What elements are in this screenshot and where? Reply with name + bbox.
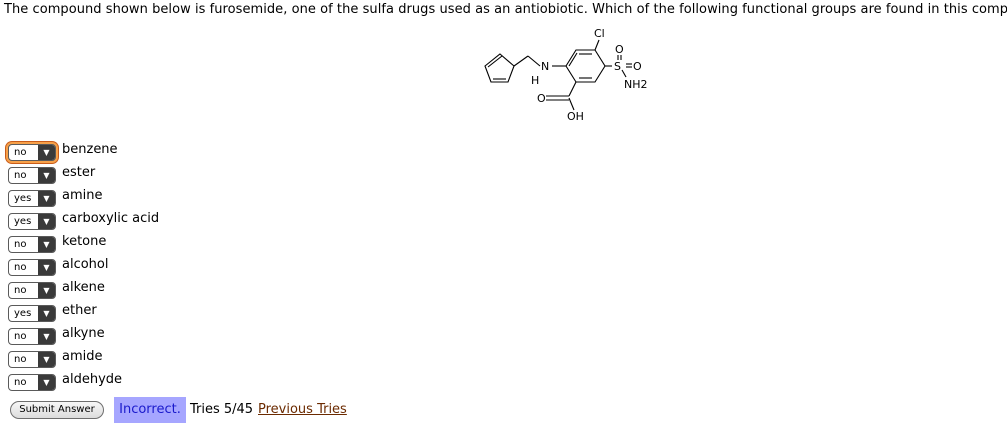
atom-nh2: NH2 — [624, 78, 648, 91]
answer-select[interactable]: no ▼ — [8, 144, 56, 161]
chevron-down-icon: ▼ — [38, 191, 55, 206]
select-value: no — [14, 377, 27, 388]
atom-oh: OH — [567, 110, 584, 123]
answer-select[interactable]: no ▼ — [8, 328, 56, 345]
atom-o-right: O — [633, 60, 642, 73]
answer-select[interactable]: yes ▼ — [8, 213, 56, 230]
chevron-down-icon: ▼ — [38, 352, 55, 367]
select-value: yes — [14, 308, 32, 319]
select-value: no — [14, 239, 27, 250]
select-value: no — [14, 262, 27, 273]
atom-h: H — [531, 74, 539, 87]
previous-tries-link[interactable]: Previous Tries — [258, 402, 347, 417]
option-label: alkyne — [62, 326, 105, 341]
select-value: yes — [14, 193, 32, 204]
answer-select[interactable]: no ▼ — [8, 374, 56, 391]
select-value: no — [14, 285, 27, 296]
option-label: carboxylic acid — [62, 211, 160, 226]
chevron-down-icon: ▼ — [38, 375, 55, 390]
answer-select[interactable]: no ▼ — [8, 282, 56, 299]
option-label: ester — [62, 165, 96, 180]
option-label: aldehyde — [62, 372, 123, 387]
option-label: amide — [62, 349, 103, 364]
chevron-down-icon: ▼ — [38, 306, 55, 321]
answer-select[interactable]: yes ▼ — [8, 305, 56, 322]
question-text: The compound shown below is furosemide, … — [4, 2, 1007, 17]
atom-o-top: O — [615, 43, 624, 56]
chevron-down-icon: ▼ — [38, 237, 55, 252]
option-label: ketone — [62, 234, 107, 249]
atom-cl: Cl — [594, 27, 605, 40]
atom-o-carbonyl: O — [537, 92, 546, 105]
select-value: no — [14, 170, 27, 181]
chevron-down-icon: ▼ — [38, 214, 55, 229]
option-label: alkene — [62, 280, 105, 295]
tries-count: Tries 5/45 — [190, 402, 254, 417]
answer-select[interactable]: no ▼ — [8, 351, 56, 368]
option-label: ether — [62, 303, 97, 318]
chevron-down-icon: ▼ — [38, 329, 55, 344]
select-value: yes — [14, 216, 32, 227]
chevron-down-icon: ▼ — [38, 168, 55, 183]
furosemide-structure: Cl O S O NH2 N H O OH — [484, 27, 648, 123]
answer-select[interactable]: no ▼ — [8, 236, 56, 253]
atom-n: N — [541, 60, 549, 73]
select-value: no — [14, 331, 27, 342]
status-badge: Incorrect. — [114, 397, 186, 423]
chevron-down-icon: ▼ — [38, 283, 55, 298]
option-label: amine — [62, 188, 103, 203]
option-label: alcohol — [62, 257, 109, 272]
chevron-down-icon: ▼ — [38, 260, 55, 275]
answer-select[interactable]: no ▼ — [8, 259, 56, 276]
submit-answer-button[interactable]: Submit Answer — [10, 401, 104, 419]
chevron-down-icon: ▼ — [38, 145, 55, 160]
select-value: no — [14, 147, 27, 158]
answer-select[interactable]: yes ▼ — [8, 190, 56, 207]
option-label: benzene — [62, 142, 118, 157]
atom-s: S — [614, 60, 621, 73]
select-value: no — [14, 354, 27, 365]
answer-select[interactable]: no ▼ — [8, 167, 56, 184]
